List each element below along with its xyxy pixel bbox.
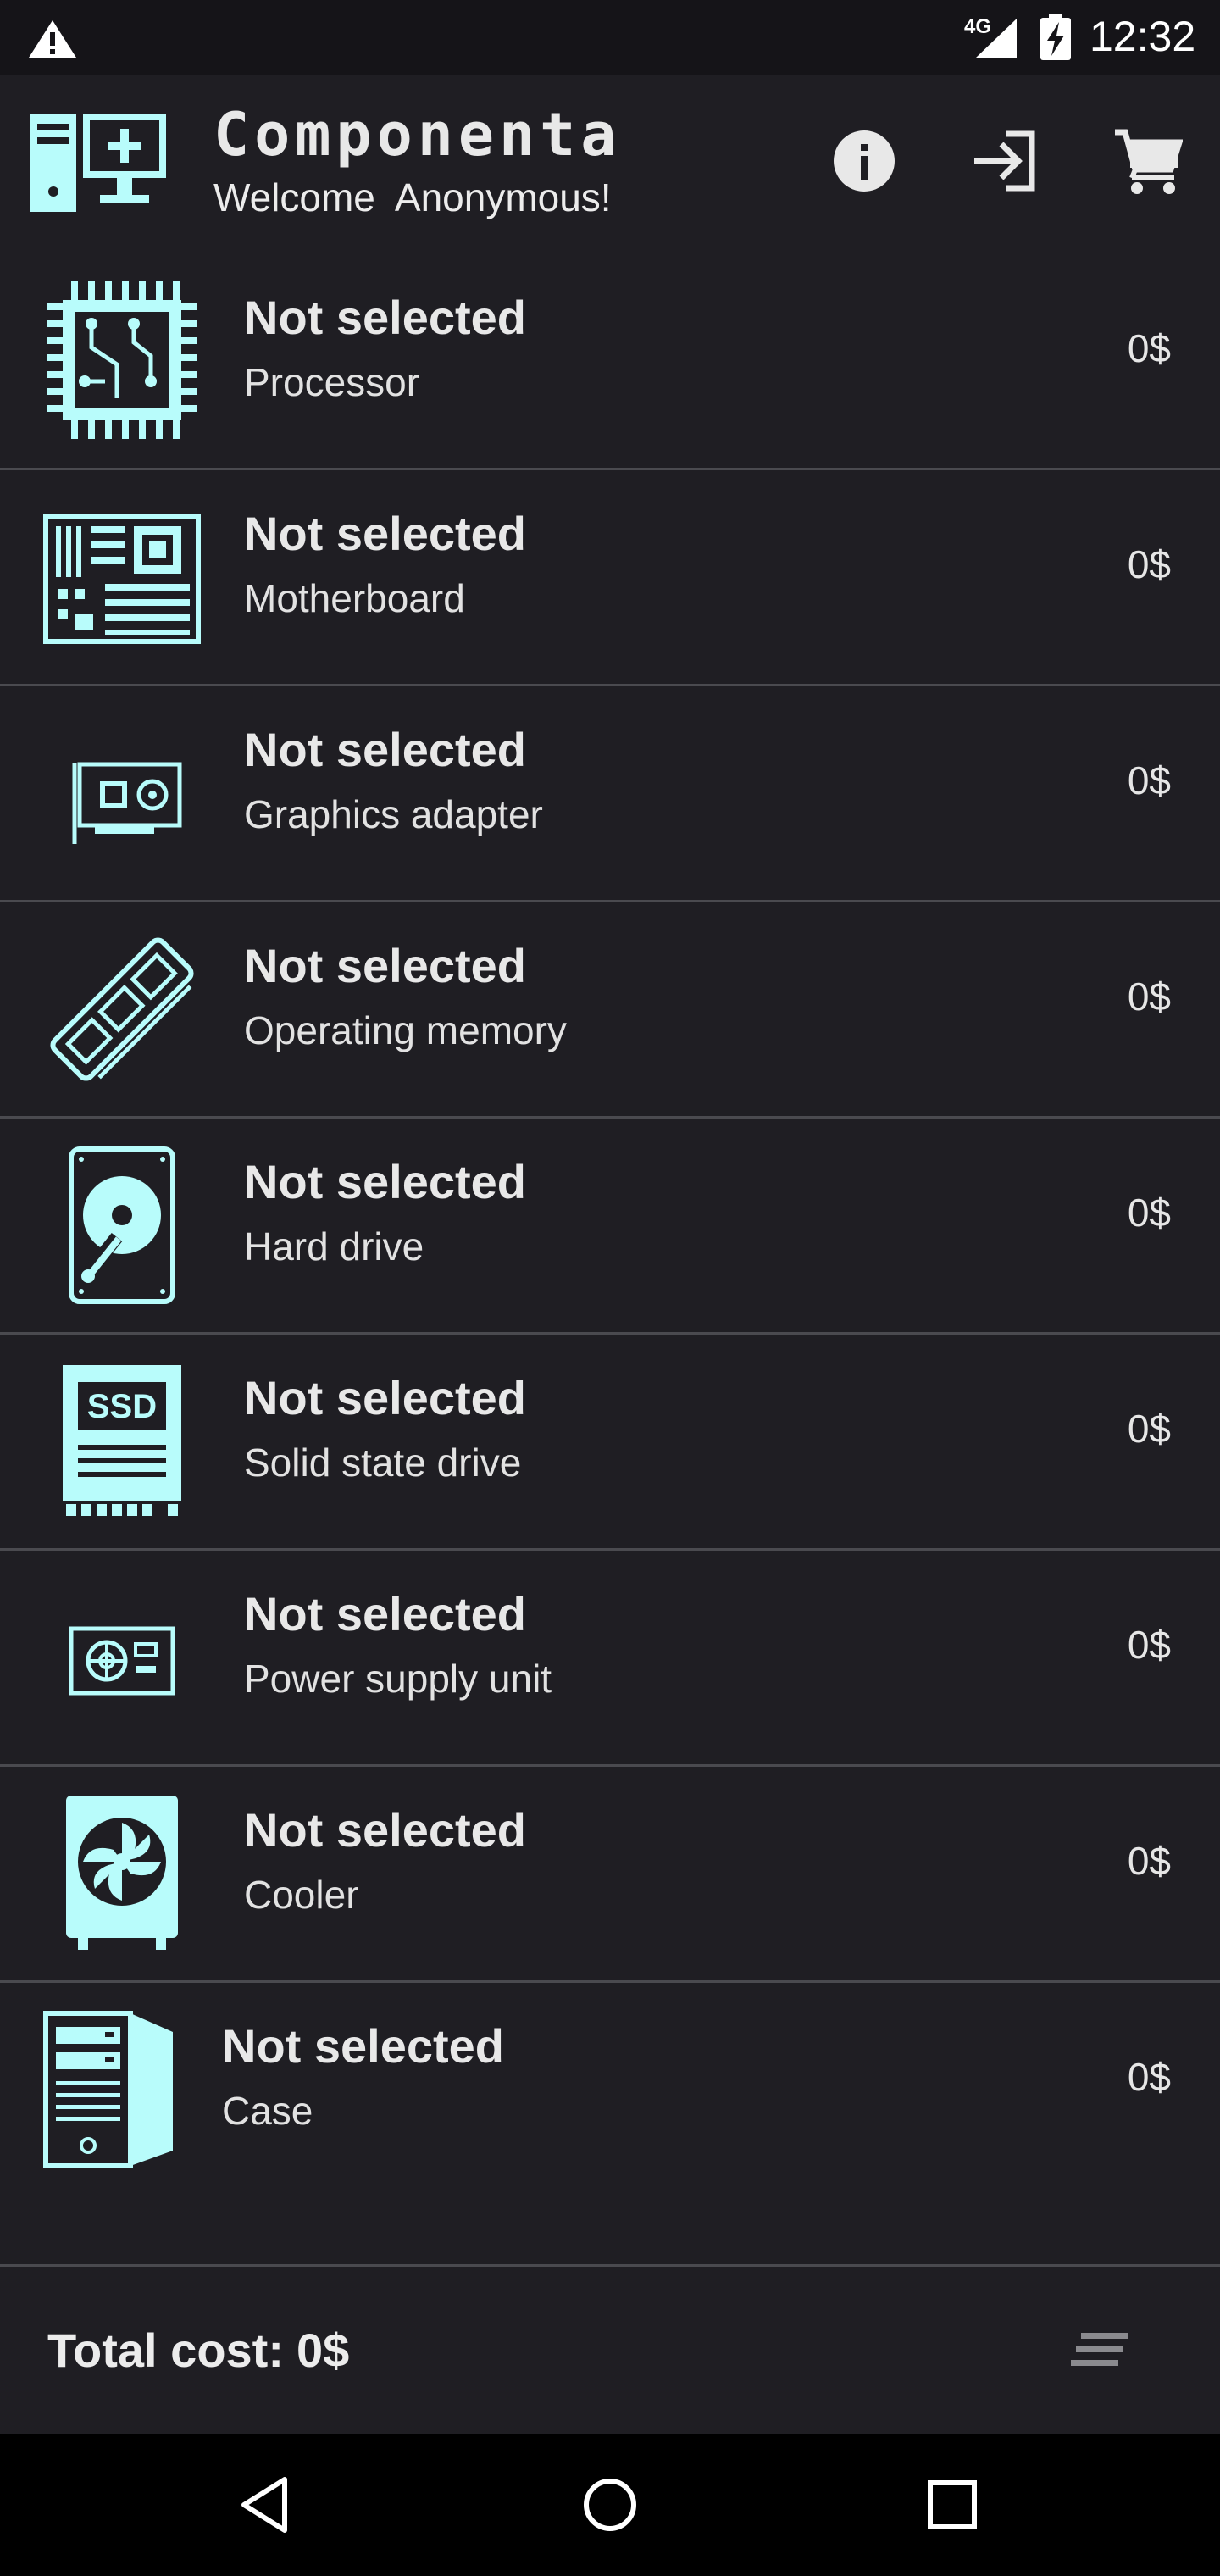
hard-drive-icon	[69, 1146, 175, 1304]
back-icon[interactable]	[234, 2471, 302, 2539]
clock: 12:32	[1090, 13, 1196, 60]
component-price: 0$	[1127, 326, 1171, 370]
component-price: 0$	[1127, 1191, 1171, 1235]
component-type: Cooler	[244, 1873, 359, 1917]
signal-icon	[976, 19, 1017, 58]
list-item-cooler[interactable]: Not selected Cooler 0$	[0, 1767, 1220, 1983]
component-name: Not selected	[244, 1587, 526, 1641]
component-name: Not selected	[222, 2019, 504, 2073]
home-icon[interactable]	[576, 2471, 644, 2539]
list-item-motherboard[interactable]: Not selected Motherboard 0$	[0, 470, 1220, 686]
component-name: Not selected	[244, 723, 526, 776]
component-list: Not selected Processor 0$ Not selected M…	[0, 254, 1220, 2275]
recents-icon[interactable]	[918, 2471, 986, 2539]
sort-menu-icon[interactable]	[1069, 2329, 1132, 2375]
list-item-case[interactable]: Not selected Case 0$	[0, 1983, 1220, 2275]
component-type: Processor	[244, 360, 420, 404]
component-name: Not selected	[244, 1371, 526, 1424]
component-type: Operating memory	[244, 1008, 567, 1052]
power-supply-icon	[69, 1626, 175, 1696]
total-cost-value: 0$	[297, 2323, 350, 2377]
battery-charging-icon	[1040, 14, 1071, 60]
component-price: 0$	[1127, 758, 1171, 802]
list-item-power-supply-unit[interactable]: Not selected Power supply unit 0$	[0, 1551, 1220, 1767]
component-type: Motherboard	[244, 576, 465, 620]
case-icon	[43, 2011, 173, 2168]
app-title: Componenta	[214, 100, 622, 169]
component-name: Not selected	[244, 1155, 526, 1208]
ssd-icon-label: SSD	[87, 1388, 157, 1425]
component-type: Graphics adapter	[244, 792, 543, 836]
list-item-hard-drive[interactable]: Not selected Hard drive 0$	[0, 1119, 1220, 1335]
component-type: Power supply unit	[244, 1657, 552, 1701]
login-icon[interactable]	[969, 125, 1040, 197]
computer-logo-icon	[30, 114, 166, 212]
motherboard-icon	[43, 514, 201, 644]
processor-icon	[47, 281, 197, 439]
ssd-icon: SSD	[63, 1365, 181, 1516]
component-price: 0$	[1127, 1407, 1171, 1451]
list-item-graphics-adapter[interactable]: Not selected Graphics adapter 0$	[0, 686, 1220, 902]
component-price: 0$	[1127, 974, 1171, 1019]
component-name: Not selected	[244, 507, 526, 560]
list-item-solid-state-drive[interactable]: SSD Not selected Solid state drive 0$	[0, 1335, 1220, 1551]
component-price: 0$	[1127, 2055, 1171, 2099]
component-price: 0$	[1127, 1623, 1171, 1667]
component-price: 0$	[1127, 542, 1171, 586]
graphics-card-icon	[72, 762, 182, 844]
info-icon[interactable]	[829, 125, 900, 197]
list-item-operating-memory[interactable]: Not selected Operating memory 0$	[0, 902, 1220, 1119]
component-price: 0$	[1127, 1839, 1171, 1883]
welcome-text: Welcome Anonymous!	[214, 175, 612, 219]
total-cost-bar: Total cost: 0$	[0, 2264, 1220, 2434]
component-name: Not selected	[244, 1803, 526, 1857]
component-type: Case	[222, 2089, 313, 2133]
list-item-processor[interactable]: Not selected Processor 0$	[0, 254, 1220, 470]
warning-icon	[29, 20, 76, 58]
component-name: Not selected	[244, 939, 526, 992]
cart-icon[interactable]	[1112, 125, 1183, 197]
status-bar: 4G 12:32	[0, 0, 1220, 75]
component-type: Solid state drive	[244, 1441, 522, 1485]
cooler-icon	[66, 1796, 178, 1950]
total-cost-label: Total cost:	[47, 2323, 284, 2377]
component-name: Not selected	[244, 291, 526, 344]
system-nav-bar	[0, 2434, 1220, 2576]
app-bar: Componenta Welcome Anonymous!	[0, 75, 1220, 254]
ram-icon	[50, 937, 194, 1081]
component-type: Hard drive	[244, 1224, 424, 1269]
